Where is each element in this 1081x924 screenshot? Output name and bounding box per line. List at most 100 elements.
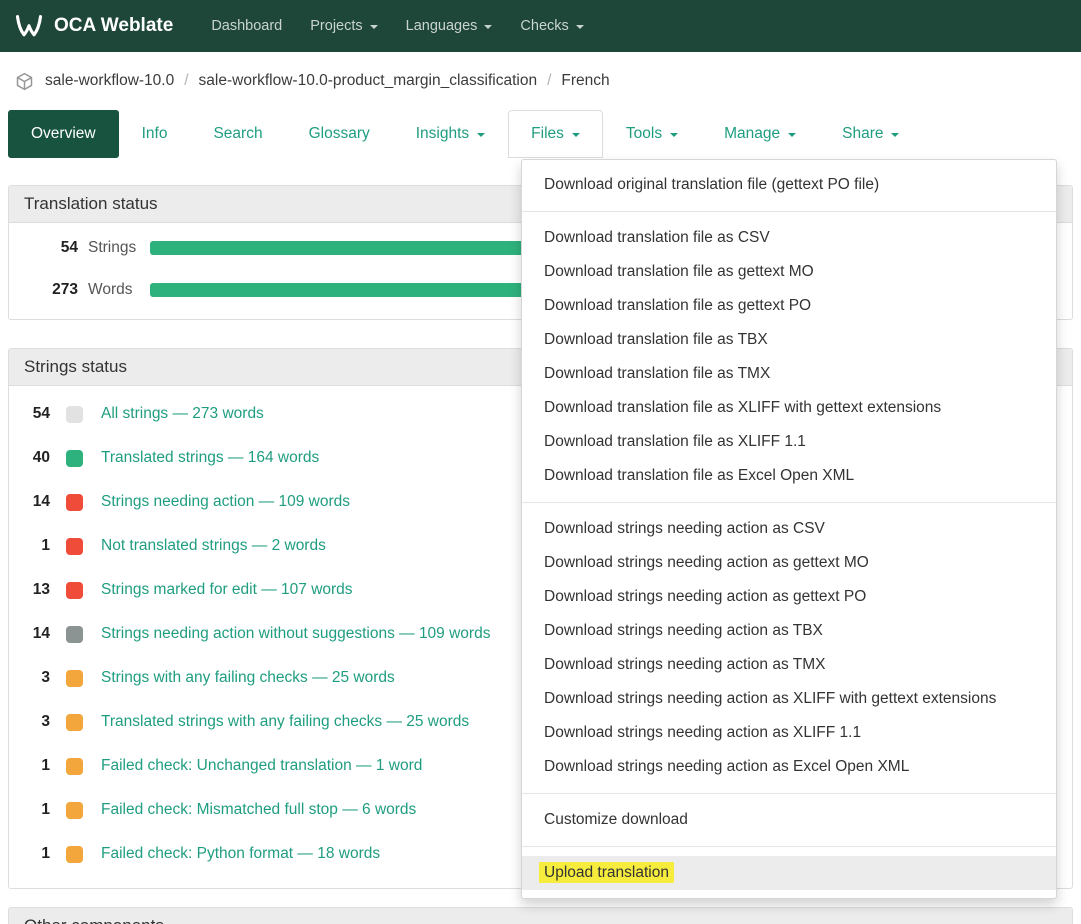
menu-item-download-strings-needing-action-as-excel-open-xml[interactable]: Download strings needing action as Excel… xyxy=(522,750,1056,784)
row-count: 14 xyxy=(24,625,50,643)
menu-item-label: Download strings needing action as XLIFF… xyxy=(544,724,861,741)
status-filter-link[interactable]: Strings needing action without suggestio… xyxy=(101,625,490,643)
row-count: 54 xyxy=(24,239,78,257)
menu-item-download-translation-file-as-csv[interactable]: Download translation file as CSV xyxy=(522,221,1056,255)
row-count: 13 xyxy=(24,581,50,599)
chevron-down-icon xyxy=(670,133,678,137)
menu-item-label: Download translation file as gettext PO xyxy=(544,297,811,314)
menu-item-download-translation-file-as-excel-open-xml[interactable]: Download translation file as Excel Open … xyxy=(522,459,1056,493)
menu-item-label: Download strings needing action as XLIFF… xyxy=(544,690,996,707)
files-dropdown-menu: Download original translation file (gett… xyxy=(521,159,1057,899)
status-filter-link[interactable]: All strings — 273 words xyxy=(101,405,264,423)
status-filter-link[interactable]: Failed check: Unchanged translation — 1 … xyxy=(101,757,422,775)
tab-manage[interactable]: Manage xyxy=(701,110,819,158)
menu-item-label: Upload translation xyxy=(539,862,674,883)
menu-item-download-strings-needing-action-as-tbx[interactable]: Download strings needing action as TBX xyxy=(522,614,1056,648)
menu-item-download-translation-file-as-gettext-po[interactable]: Download translation file as gettext PO xyxy=(522,289,1056,323)
tab-label: Manage xyxy=(724,125,780,143)
chevron-down-icon xyxy=(370,25,378,29)
menu-item-download-translation-file-as-xliff-with-gettext-extensions[interactable]: Download translation file as XLIFF with … xyxy=(522,391,1056,425)
row-label: Words xyxy=(88,281,150,299)
status-color-swatch xyxy=(66,670,83,687)
status-filter-link[interactable]: Strings needing action — 109 words xyxy=(101,493,350,511)
menu-item-label: Download strings needing action as Excel… xyxy=(544,758,909,775)
navbar-item-dashboard[interactable]: Dashboard xyxy=(197,9,296,43)
chevron-down-icon xyxy=(477,133,485,137)
menu-item-download-strings-needing-action-as-gettext-mo[interactable]: Download strings needing action as gette… xyxy=(522,546,1056,580)
tab-insights[interactable]: Insights xyxy=(393,110,508,158)
status-filter-link[interactable]: Failed check: Mismatched full stop — 6 w… xyxy=(101,801,416,819)
row-count: 273 xyxy=(24,281,78,299)
row-count: 1 xyxy=(24,537,50,555)
navbar-item-checks[interactable]: Checks xyxy=(506,9,597,43)
status-filter-link[interactable]: Not translated strings — 2 words xyxy=(101,537,326,555)
status-color-swatch xyxy=(66,846,83,863)
menu-item-label: Download strings needing action as gette… xyxy=(544,554,869,571)
status-color-swatch xyxy=(66,406,83,423)
status-filter-link[interactable]: Strings marked for edit — 107 words xyxy=(101,581,353,599)
menu-item-label: Download translation file as CSV xyxy=(544,229,770,246)
top-navbar: OCA Weblate Dashboard Projects Languages… xyxy=(0,0,1081,52)
brand-link[interactable]: OCA Weblate xyxy=(14,11,173,41)
row-count: 3 xyxy=(24,669,50,687)
menu-item-download-translation-file-as-tbx[interactable]: Download translation file as TBX xyxy=(522,323,1056,357)
tab-overview[interactable]: Overview xyxy=(8,110,119,158)
menu-item-download-strings-needing-action-as-gettext-po[interactable]: Download strings needing action as gette… xyxy=(522,580,1056,614)
status-color-swatch xyxy=(66,494,83,511)
breadcrumb-item-sale-workflow-10-0[interactable]: sale-workflow-10.0 xyxy=(45,72,174,90)
tab-bar: Overview Info Search Glossary Insights F… xyxy=(0,110,1081,158)
other-components-title: Other components xyxy=(9,908,1072,924)
row-count: 3 xyxy=(24,713,50,731)
tab-label: Share xyxy=(842,125,883,143)
menu-item-label: Download strings needing action as CSV xyxy=(544,520,825,537)
menu-item-label: Download translation file as gettext MO xyxy=(544,263,814,280)
tab-info[interactable]: Info xyxy=(119,110,191,158)
menu-divider xyxy=(522,846,1056,847)
status-color-swatch xyxy=(66,758,83,775)
menu-item-download-strings-needing-action-as-csv[interactable]: Download strings needing action as CSV xyxy=(522,512,1056,546)
status-color-swatch xyxy=(66,802,83,819)
row-count: 54 xyxy=(24,405,50,423)
row-count: 1 xyxy=(24,801,50,819)
menu-item-download-translation-file-as-tmx[interactable]: Download translation file as TMX xyxy=(522,357,1056,391)
tab-label: Insights xyxy=(416,125,469,143)
menu-divider xyxy=(522,211,1056,212)
project-icon xyxy=(14,71,35,92)
chevron-down-icon xyxy=(572,133,580,137)
navbar-item-languages[interactable]: Languages xyxy=(392,9,507,43)
navbar-item-label: Checks xyxy=(520,18,568,34)
tab-share[interactable]: Share xyxy=(819,110,922,158)
status-color-swatch xyxy=(66,582,83,599)
chevron-down-icon xyxy=(576,25,584,29)
status-color-swatch xyxy=(66,714,83,731)
breadcrumb-items: sale-workflow-10.0 / sale-workflow-10.0-pr… xyxy=(45,72,610,90)
status-filter-link[interactable]: Translated strings with any failing chec… xyxy=(101,713,469,731)
menu-item-download-strings-needing-action-as-xliff-with-gettext-extensions[interactable]: Download strings needing action as XLIFF… xyxy=(522,682,1056,716)
menu-item-download-strings-needing-action-as-tmx[interactable]: Download strings needing action as TMX xyxy=(522,648,1056,682)
breadcrumb-item-french[interactable]: French xyxy=(561,72,609,90)
navbar-item-projects[interactable]: Projects xyxy=(296,9,391,43)
menu-item-upload-translation-highlighted[interactable]: Upload translation xyxy=(522,856,1056,890)
menu-item-download-original-translation-file-gettext-po-file[interactable]: Download original translation file (gett… xyxy=(522,168,1056,202)
menu-item-download-translation-file-as-gettext-mo[interactable]: Download translation file as gettext MO xyxy=(522,255,1056,289)
menu-item-customize-download[interactable]: Customize download xyxy=(522,803,1056,837)
tab-tools[interactable]: Tools xyxy=(603,110,701,158)
status-filter-link[interactable]: Failed check: Python format — 18 words xyxy=(101,845,380,863)
breadcrumb-item-sale-workflow-10-0-product-margin-classification[interactable]: sale-workflow-10.0-product_margin_classi… xyxy=(199,72,538,90)
status-color-swatch xyxy=(66,538,83,555)
tab-glossary[interactable]: Glossary xyxy=(286,110,393,158)
breadcrumb-separator: / xyxy=(184,72,188,90)
tab-search[interactable]: Search xyxy=(190,110,285,158)
tab-label: Search xyxy=(213,125,262,143)
menu-item-label: Download strings needing action as TBX xyxy=(544,622,823,639)
status-filter-link[interactable]: Translated strings — 164 words xyxy=(101,449,319,467)
breadcrumb-separator: / xyxy=(547,72,551,90)
menu-item-download-strings-needing-action-as-xliff-1-1[interactable]: Download strings needing action as XLIFF… xyxy=(522,716,1056,750)
status-filter-link[interactable]: Strings with any failing checks — 25 wor… xyxy=(101,669,395,687)
row-count: 1 xyxy=(24,757,50,775)
menu-item-label: Download original translation file (gett… xyxy=(544,176,879,193)
tab-label: Overview xyxy=(31,125,96,143)
menu-item-download-translation-file-as-xliff-1-1[interactable]: Download translation file as XLIFF 1.1 xyxy=(522,425,1056,459)
menu-item-label: Download translation file as Excel Open … xyxy=(544,467,854,484)
tab-files[interactable]: Files xyxy=(508,110,603,158)
